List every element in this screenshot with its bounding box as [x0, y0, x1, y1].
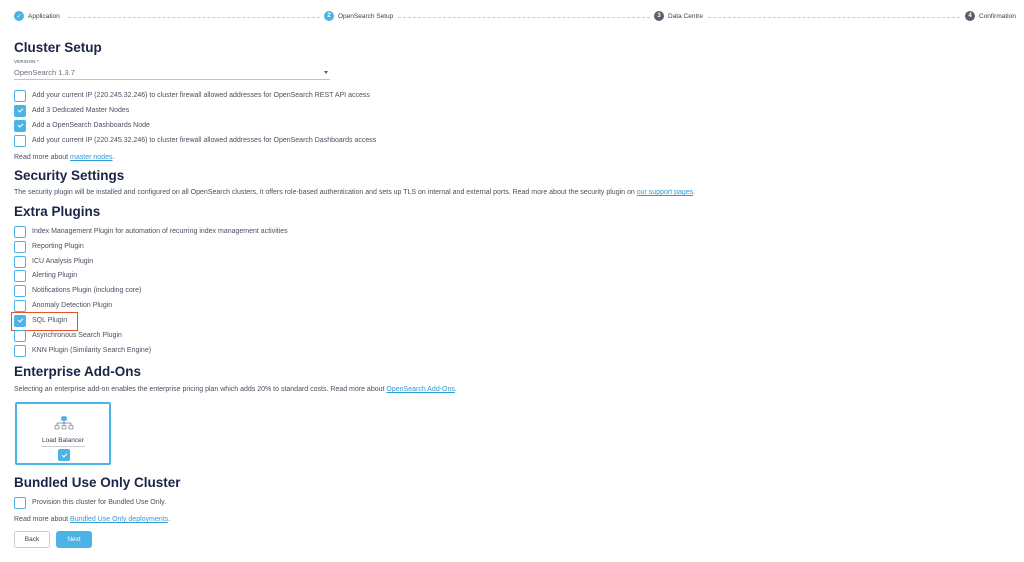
- bundled-use-link[interactable]: Bundled Use Only deployments: [70, 516, 168, 523]
- option-rest-api-firewall[interactable]: Add your current IP (220.245.32.246) to …: [14, 89, 370, 102]
- step-number-icon: 4: [965, 11, 975, 21]
- next-button[interactable]: Next: [56, 531, 92, 548]
- step-confirmation[interactable]: 4 Confirmation: [965, 11, 1016, 21]
- option-label: Reporting Plugin: [32, 243, 84, 250]
- cluster-setup-heading: Cluster Setup: [14, 40, 102, 55]
- card-divider: [41, 446, 85, 447]
- enterprise-text: Selecting an enterprise add-on enables t…: [14, 386, 387, 393]
- step-data-centre[interactable]: 3 Data Centre: [654, 11, 703, 21]
- security-settings-heading: Security Settings: [14, 168, 125, 183]
- checkbox[interactable]: [14, 89, 26, 102]
- option-bundled-use[interactable]: Provision this cluster for Bundled Use O…: [14, 496, 166, 509]
- step-number-icon: 2: [324, 11, 334, 21]
- master-nodes-read-more: Read more about master nodes.: [14, 154, 114, 161]
- version-select[interactable]: OpenSearch 1.3.7: [14, 66, 330, 80]
- option-label: Add your current IP (220.245.32.246) to …: [32, 92, 370, 99]
- version-value: OpenSearch 1.3.7: [14, 68, 75, 77]
- plugin-knn[interactable]: KNN Plugin (Similarity Search Engine): [14, 344, 151, 357]
- option-label: Anomaly Detection Plugin: [32, 302, 113, 309]
- progress-stepper: ✓ Application 2 OpenSearch Setup 3 Data …: [14, 11, 1016, 25]
- support-pages-link[interactable]: our support pages: [637, 189, 693, 196]
- plugin-reporting[interactable]: Reporting Plugin: [14, 240, 84, 253]
- plugin-index-management[interactable]: Index Management Plugin for automation o…: [14, 225, 288, 238]
- read-more-text: Read more about: [14, 154, 71, 161]
- back-button[interactable]: Back: [14, 531, 50, 548]
- read-more-suffix: .: [168, 516, 171, 523]
- read-more-text: Read more about: [14, 516, 71, 523]
- step-connector: [68, 17, 320, 18]
- opensearch-addons-link[interactable]: OpenSearch Add-Ons: [386, 386, 455, 393]
- checkbox[interactable]: [14, 134, 26, 147]
- option-dashboards-firewall[interactable]: Add your current IP (220.245.32.246) to …: [14, 134, 376, 147]
- step-connector: [398, 17, 650, 18]
- extra-plugins-heading: Extra Plugins: [14, 204, 101, 219]
- option-label: Add 3 Dedicated Master Nodes: [32, 107, 130, 114]
- checkbox[interactable]: [14, 344, 26, 357]
- step-label: Data Centre: [668, 12, 704, 20]
- load-balancer-icon: [54, 416, 74, 430]
- step-label: Confirmation: [979, 12, 1016, 20]
- step-connector: [708, 17, 960, 18]
- checkbox[interactable]: [14, 329, 26, 342]
- checkbox[interactable]: [14, 255, 26, 268]
- step-number-icon: 3: [654, 11, 664, 21]
- load-balancer-checkbox[interactable]: [58, 449, 70, 461]
- security-suffix: .: [693, 189, 696, 196]
- option-dashboards-node[interactable]: Add a OpenSearch Dashboards Node: [14, 119, 150, 132]
- check-icon: ✓: [14, 11, 24, 21]
- bundled-use-heading: Bundled Use Only Cluster: [14, 475, 181, 490]
- option-label: Asynchronous Search Plugin: [32, 332, 122, 339]
- option-label: Index Management Plugin for automation o…: [32, 228, 288, 235]
- step-application[interactable]: ✓ Application: [14, 11, 60, 21]
- checkbox[interactable]: [14, 240, 26, 253]
- option-label: KNN Plugin (Similarity Search Engine): [32, 347, 152, 354]
- checkbox[interactable]: [14, 284, 26, 297]
- bundled-read-more: Read more about Bundled Use Only deploym…: [14, 516, 170, 523]
- checkbox[interactable]: [14, 225, 26, 238]
- checkbox[interactable]: [14, 119, 26, 132]
- step-label: Application: [28, 12, 60, 20]
- option-label: Notifications Plugin (including core): [32, 287, 142, 294]
- plugin-icu-analysis[interactable]: ICU Analysis Plugin: [14, 255, 93, 268]
- checkbox[interactable]: [14, 299, 26, 312]
- read-more-suffix: .: [112, 154, 115, 161]
- plugin-asynchronous-search[interactable]: Asynchronous Search Plugin: [14, 329, 122, 342]
- option-label: Alerting Plugin: [32, 272, 78, 279]
- option-label: Add a OpenSearch Dashboards Node: [32, 122, 150, 129]
- option-label: ICU Analysis Plugin: [32, 258, 94, 265]
- step-opensearch-setup[interactable]: 2 OpenSearch Setup: [324, 11, 393, 21]
- plugin-alerting[interactable]: Alerting Plugin: [14, 269, 77, 282]
- enterprise-description: Selecting an enterprise add-on enables t…: [14, 386, 457, 393]
- step-label: OpenSearch Setup: [338, 12, 394, 20]
- version-label: VERSION *: [14, 59, 40, 64]
- option-dedicated-master-nodes[interactable]: Add 3 Dedicated Master Nodes: [14, 104, 129, 117]
- load-balancer-card[interactable]: Load Balancer: [15, 402, 111, 465]
- card-label: Load Balancer: [42, 437, 84, 444]
- plugin-notifications[interactable]: Notifications Plugin (including core): [14, 284, 141, 297]
- caret-down-icon: [324, 71, 328, 74]
- enterprise-addons-heading: Enterprise Add-Ons: [14, 364, 142, 379]
- enterprise-suffix: .: [454, 386, 457, 393]
- security-text: The security plugin will be installed an…: [14, 189, 637, 196]
- master-nodes-link[interactable]: master nodes: [70, 154, 112, 161]
- option-label: Provision this cluster for Bundled Use O…: [32, 499, 167, 506]
- checkbox[interactable]: [14, 269, 26, 282]
- option-label: Add your current IP (220.245.32.246) to …: [32, 137, 377, 144]
- checkbox[interactable]: [14, 104, 26, 117]
- plugin-anomaly-detection[interactable]: Anomaly Detection Plugin: [14, 299, 112, 312]
- checkbox[interactable]: [14, 496, 26, 509]
- security-description: The security plugin will be installed an…: [14, 189, 695, 196]
